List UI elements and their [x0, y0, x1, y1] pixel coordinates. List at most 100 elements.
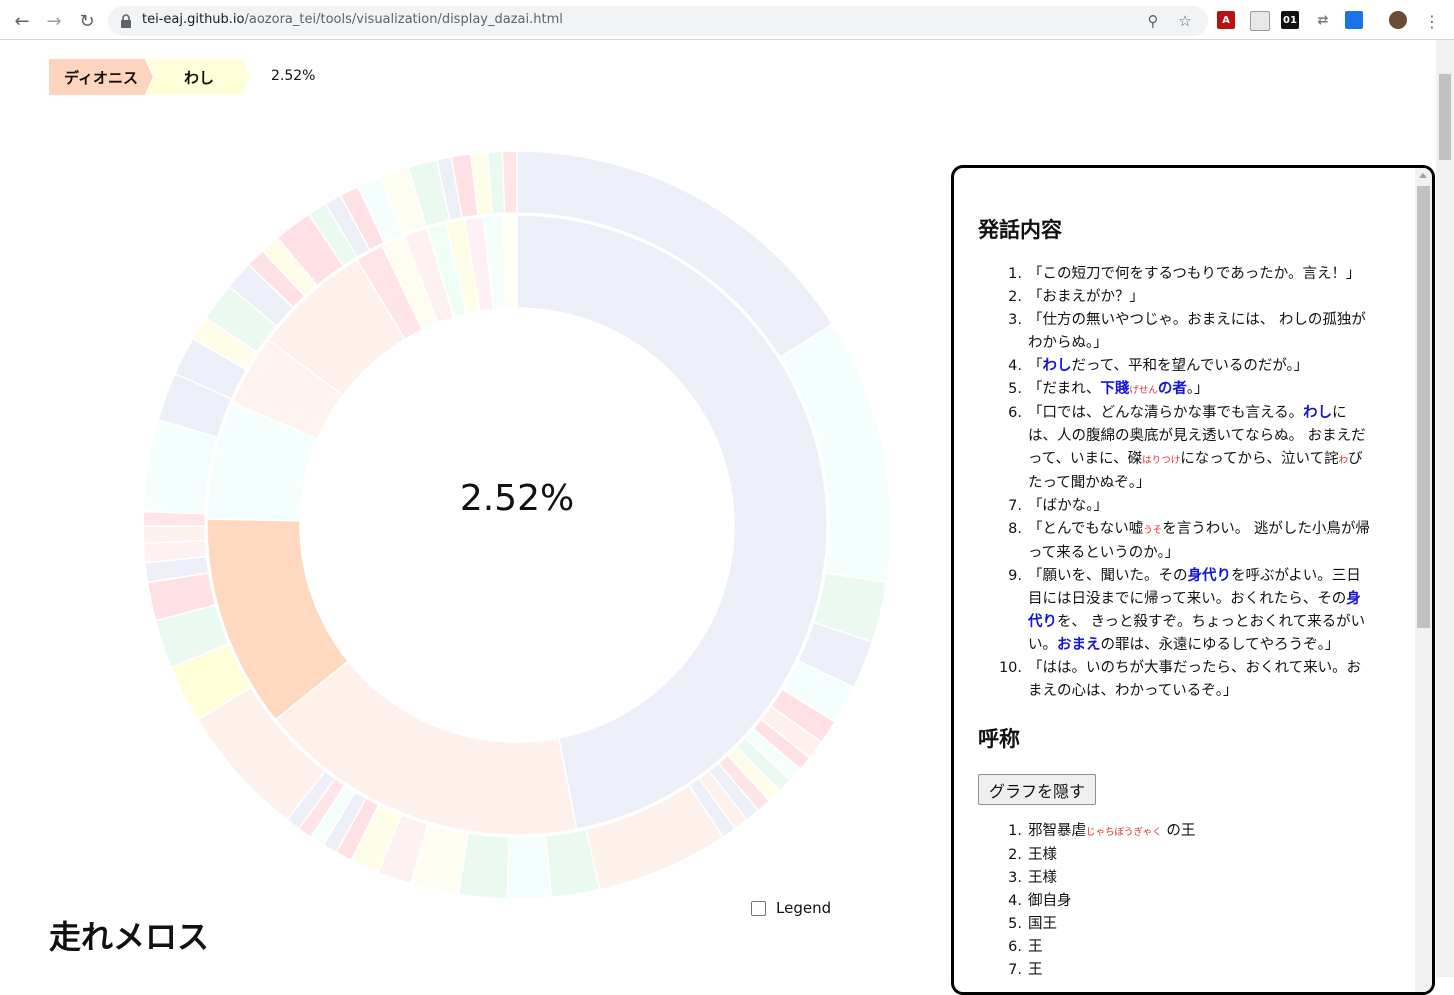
highlighted-term: わし	[1042, 358, 1072, 374]
name-item: 6. 王	[978, 936, 1373, 959]
shuffle-extension-icon[interactable]: ⇄	[1314, 11, 1332, 29]
name-item: 2. 王様	[978, 844, 1373, 867]
name-number: 3.	[1008, 870, 1022, 886]
menu-dots-icon[interactable]: ⋮	[1420, 9, 1444, 33]
utterance-item: 1. 「この短刀で何をするつもりであったか。言え！」	[978, 263, 1373, 286]
address-bar[interactable]: tei-eaj.github.io/aozora_tei/tools/visua…	[108, 6, 1208, 36]
name-text: 邪智暴虐	[1028, 823, 1086, 839]
name-number: 7.	[1008, 962, 1022, 978]
outer-ring-segment[interactable]	[501, 150, 518, 215]
reload-icon[interactable]: ↻	[75, 9, 99, 33]
name-number: 6.	[1008, 939, 1022, 955]
utterance-text: 「おまえがか？」	[1028, 289, 1144, 305]
name-number: 4.	[1008, 893, 1022, 909]
url-path: /aozora_tei/tools/visualization/display_…	[244, 12, 563, 27]
utterance-number: 8.	[1008, 521, 1022, 537]
utterance-number: 2.	[1008, 289, 1022, 305]
utterance-item: 3. 「仕方の無いやつじゃ。おまえには、 わしの孤独がわからぬ。」	[978, 309, 1373, 355]
utterance-item: 8. 「とんでもない嘘うそを言うわい。 逃がした小鳥が帰って来るというのか。」	[978, 518, 1373, 565]
highlighted-term: わし	[1303, 405, 1333, 421]
utterance-text: だって、平和を望んでいるのだが。」	[1071, 358, 1309, 374]
ruby-reading: はりつけ	[1142, 455, 1181, 466]
highlighted-term: の者	[1157, 381, 1187, 397]
utterance-text: 「この短刀で何をするつもりであったか。言え！」	[1028, 266, 1361, 282]
highlighted-term: 身代り	[1187, 568, 1232, 584]
name-text: の王	[1161, 823, 1196, 839]
highlighted-term: おまえ	[1057, 637, 1101, 653]
avatar[interactable]	[1389, 11, 1407, 29]
page-scroll-thumb[interactable]	[1439, 74, 1451, 160]
utterance-item: 2. 「おまえがか？」	[978, 286, 1373, 309]
page-scrollbar[interactable]	[1436, 40, 1454, 977]
url-text: tei-eaj.github.io/aozora_tei/tools/visua…	[142, 12, 563, 27]
utterances-heading: 発話内容	[978, 218, 1062, 242]
utterance-text: 。」	[1186, 381, 1209, 397]
utterance-item: 5. 「だまれ、下賤げせんの者。」	[978, 378, 1373, 402]
legend-toggle[interactable]: Legend	[751, 899, 831, 917]
utterance-number: 10.	[998, 660, 1022, 676]
name-text: 王様	[1028, 847, 1057, 863]
names-heading: 呼称	[978, 727, 1020, 751]
story-title: 走れメロス	[49, 918, 210, 956]
utterance-text: 「はは。いのちが大事だったら、おくれて来い。おまえの心は、わかっているぞ。」	[1028, 660, 1362, 699]
name-text: 王様	[1028, 870, 1057, 886]
legend-checkbox[interactable]	[751, 900, 766, 916]
sunburst-chart: 2.52%	[142, 150, 892, 900]
ruby-reading: わ	[1338, 455, 1349, 466]
pdf-extension-icon[interactable]: A	[1217, 11, 1235, 29]
utterance-item: 6. 「口では、どんな清らかな事でも言える。わしには、人の腹綿の奥底が見え透いてな…	[978, 402, 1373, 495]
panel-scroll-thumb[interactable]	[1417, 186, 1430, 628]
name-item: 5. 国王	[978, 913, 1373, 936]
scroll-up-arrow-icon[interactable]	[1419, 173, 1427, 178]
name-text: 御自身	[1028, 893, 1072, 909]
back-arrow-icon[interactable]: ←	[10, 9, 34, 33]
utterance-item: 4. 「わしだって、平和を望んでいるのだが。」	[978, 355, 1373, 378]
document-extension-icon[interactable]	[1250, 11, 1270, 31]
name-item: 1. 邪智暴虐じゃちぼうぎゃく の王	[978, 820, 1373, 844]
utterance-number: 4.	[1008, 358, 1022, 374]
star-icon[interactable]: ☆	[1176, 12, 1194, 30]
highlighted-term: 下賤	[1100, 381, 1130, 397]
name-number: 2.	[1008, 847, 1022, 863]
name-list: 1. 邪智暴虐じゃちぼうぎゃく の王 2. 王様 3. 王様 4. 御自身 5. 国王 6. 王 7. 王	[978, 820, 1373, 982]
utterance-number: 5.	[1008, 381, 1022, 397]
name-text: 王	[1028, 939, 1043, 955]
utterance-text: 「だまれ、	[1028, 381, 1101, 397]
name-number: 5.	[1008, 916, 1022, 932]
name-item: 3. 王様	[978, 867, 1373, 890]
outer-ring-segment[interactable]	[506, 834, 553, 900]
calendar-extension-icon[interactable]	[1345, 11, 1363, 29]
sunburst-rings	[142, 150, 892, 900]
name-number: 1.	[1008, 823, 1022, 839]
utterance-text: 「願いを、聞いた。その	[1028, 568, 1188, 584]
utterance-item: 9. 「願いを、聞いた。その身代りを呼ぶがよい。三日目には日没までに帰って来い。お…	[978, 565, 1373, 657]
name-text: 国王	[1028, 916, 1057, 932]
ruby-reading: じゃちぼうぎゃく	[1086, 827, 1162, 838]
center-percentage-label: 2.52%	[460, 478, 574, 519]
utterance-item: 7. 「ばかな。」	[978, 495, 1373, 518]
name-text: 王	[1028, 962, 1043, 978]
legend-label: Legend	[776, 899, 832, 917]
panel-scrollbar[interactable]	[1415, 168, 1432, 992]
lock-icon	[121, 14, 131, 28]
utterance-number: 1.	[1008, 266, 1022, 282]
utterance-number: 6.	[1008, 405, 1022, 421]
forward-arrow-icon[interactable]: →	[42, 9, 66, 33]
url-host: tei-eaj.github.io	[142, 12, 245, 27]
utterance-list: 1. 「この短刀で何をするつもりであったか。言え！」 2. 「おまえがか？」 3. 「仕方…	[978, 263, 1373, 703]
utterance-text: になってから、泣いて詫	[1180, 451, 1339, 467]
ruby-reading: うそ	[1143, 525, 1163, 536]
browser-toolbar: ← → ↻ tei-eaj.github.io/aozora_tei/tools…	[0, 0, 1454, 40]
name-item: 7. 王	[978, 959, 1373, 982]
utterance-text: 「口では、どんな清らかな事でも言える。	[1028, 405, 1304, 421]
ruby-reading: げせん	[1129, 385, 1158, 396]
zoom-icon[interactable]: ⚲	[1144, 12, 1162, 30]
utterance-number: 9.	[1008, 568, 1022, 584]
binary-extension-icon[interactable]: 01	[1281, 11, 1299, 29]
hide-graph-button[interactable]: グラフを隠す	[978, 774, 1096, 805]
outer-ring-segment[interactable]	[142, 525, 207, 545]
utterance-item: 10. 「はは。いのちが大事だったら、おくれて来い。おまえの心は、わかっているぞ。…	[978, 657, 1373, 703]
utterance-text: 「ばかな。」	[1028, 498, 1109, 514]
name-item: 4. 御自身	[978, 890, 1373, 913]
utterance-number: 7.	[1008, 498, 1022, 514]
